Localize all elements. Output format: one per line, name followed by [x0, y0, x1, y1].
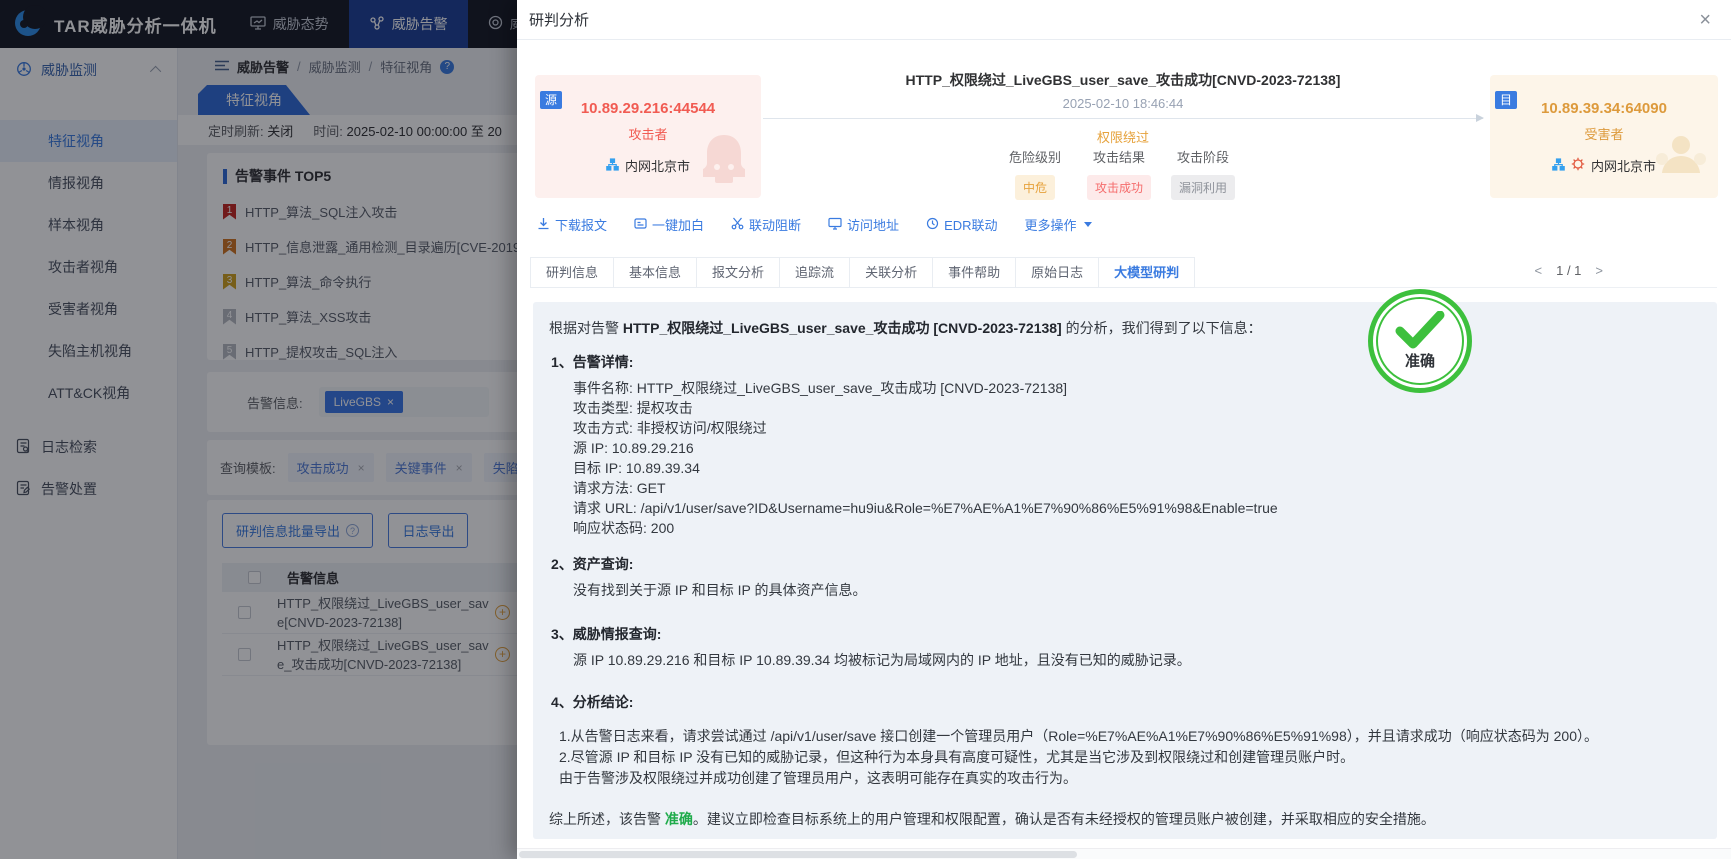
tab-judgment-info[interactable]: 研判信息 [531, 258, 615, 287]
detail-line: 源 IP 10.89.29.216 和目标 IP 10.89.39.34 均被标… [573, 652, 1191, 668]
action-label: 下载报文 [555, 218, 608, 233]
virus-icon [1571, 157, 1585, 174]
download-packet-button[interactable]: 下载报文 [537, 215, 607, 234]
verdict-prefix: 综上所述，该告警 [549, 811, 665, 827]
section-title-threat-intel: 3、威胁情报查询: [551, 626, 662, 642]
horizontal-scrollbar[interactable] [517, 848, 1731, 859]
section-title-alert-details: 1、告警详情: [551, 354, 634, 370]
visit-address-button[interactable]: 访问地址 [828, 215, 899, 234]
source-badge: 源 [540, 91, 562, 109]
stamp-label: 准确 [1404, 353, 1435, 370]
target-badge: 目 [1495, 91, 1517, 109]
detail-line: 源 IP: 10.89.29.216 [573, 440, 694, 456]
checkmark-icon [1394, 310, 1446, 354]
intro-suffix: 的分析，我们得到了以下信息： [1061, 320, 1262, 336]
caret-down-icon [1083, 222, 1092, 227]
network-icon [1552, 157, 1565, 174]
close-icon[interactable]: × [1699, 10, 1711, 30]
drawer-header: 研判分析 × [517, 0, 1731, 40]
attack-direction-arrow [763, 114, 1484, 122]
event-time: 2025-02-10 18:46:44 [1062, 96, 1184, 111]
download-icon [537, 217, 550, 233]
metric-attack-stage: 攻击阶段 漏洞利用 [1170, 147, 1236, 200]
detail-line: 攻击方式: 非授权访问/权限绕过 [573, 420, 767, 436]
tab-trace-flow[interactable]: 追踪流 [780, 258, 851, 287]
status-badge: 攻击成功 [1086, 175, 1152, 200]
action-label: EDR联动 [944, 218, 998, 233]
intro-prefix: 根据对告警 [549, 320, 623, 336]
tab-event-help[interactable]: 事件帮助 [933, 258, 1017, 287]
section-threat-intel: 源 IP 10.89.29.216 和目标 IP 10.89.39.34 均被标… [573, 650, 1693, 670]
victim-watermark-icon [1650, 129, 1712, 194]
status-badge: 中危 [1014, 175, 1056, 200]
next-page-button[interactable]: > [1595, 263, 1603, 278]
section-alert-details: 事件名称: HTTP_权限绕过_LiveGBS_user_save_攻击成功 [… [573, 378, 1693, 538]
status-badge: 漏洞利用 [1170, 175, 1236, 200]
detail-line: 攻击类型: 提权攻击 [573, 400, 693, 416]
llm-analysis-panel: 根据对告警 HTTP_权限绕过_LiveGBS_user_save_攻击成功 [… [533, 302, 1717, 839]
tab-correlation-analysis[interactable]: 关联分析 [850, 258, 934, 287]
block-button[interactable]: 联动阻断 [731, 215, 801, 234]
conclusion-line: 2.尽管源 IP 和目标 IP 没有已知的威胁记录，但这种行为本身具有高度可疑性… [559, 749, 1355, 765]
page-indicator: 1 / 1 [1556, 263, 1582, 278]
detail-line: 请求 URL: /api/v1/user/save?ID&Username=hu… [573, 500, 1278, 516]
conclusion-line: 1.从告警日志来看，请求尝试通过 /api/v1/user/save 接口创建一… [559, 728, 1598, 744]
metric-attack-result: 攻击结果 攻击成功 [1086, 147, 1152, 200]
metric-risk-level: 危险级别 中危 [1009, 147, 1061, 200]
tab-packet-analysis[interactable]: 报文分析 [697, 258, 781, 287]
location-label: 内网北京市 [624, 159, 690, 174]
whitelist-button[interactable]: 一键加白 [634, 215, 704, 234]
analysis-intro: 根据对告警 HTTP_权限绕过_LiveGBS_user_save_攻击成功 [… [549, 318, 1693, 338]
tab-basic-info[interactable]: 基本信息 [614, 258, 698, 287]
section-asset-query: 没有找到关于源 IP 和目标 IP 的具体资产信息。 [573, 580, 1693, 600]
intro-event-name: HTTP_权限绕过_LiveGBS_user_save_攻击成功 [CNVD-2… [622, 320, 1062, 336]
section-title-asset-query: 2、资产查询: [551, 556, 634, 572]
drawer-title: 研判分析 [529, 12, 590, 29]
edr-icon [926, 217, 939, 233]
whitelist-icon [634, 217, 647, 233]
more-actions-button[interactable]: 更多操作 [1025, 215, 1092, 234]
edr-linkage-button[interactable]: EDR联动 [926, 215, 998, 234]
verdict-value: 准确 [664, 811, 693, 827]
section-conclusion: 1.从告警日志来看，请求尝试通过 /api/v1/user/save 接口创建一… [559, 726, 1693, 789]
analysis-drawer: 研判分析 × 源 10.89.29.216:44544 攻击者 内网北京市 HT… [517, 0, 1731, 859]
accuracy-stamp: 准确 [1368, 289, 1472, 393]
action-label: 联动阻断 [749, 218, 802, 233]
conclusion-line: 由于告警涉及权限绕过并成功创建了管理员用户，这表明可能存在真实的攻击行为。 [559, 770, 1077, 786]
source-ip[interactable]: 10.89.29.216:44544 [535, 100, 761, 117]
metric-label: 危险级别 [1008, 150, 1062, 165]
detail-line: 请求方法: GET [573, 480, 666, 496]
tab-llm-judgment[interactable]: 大模型研判 [1099, 258, 1194, 287]
scissors-icon [731, 217, 744, 233]
drawer-actions: 下载报文 一键加白 联动阻断 访问地址 EDR联动 更多操作 [537, 215, 1092, 234]
attack-type-label: 权限绕过 [1096, 130, 1149, 145]
hacker-watermark-icon [693, 129, 755, 194]
metric-label: 攻击阶段 [1176, 150, 1230, 165]
prev-page-button[interactable]: < [1535, 263, 1543, 278]
detail-line: 响应状态码: 200 [573, 520, 675, 536]
section-title-conclusion: 4、分析结论: [551, 694, 634, 710]
action-label: 一键加白 [652, 218, 705, 233]
action-label: 更多操作 [1024, 218, 1077, 233]
final-verdict-line: 综上所述，该告警 准确。建议立即检查目标系统上的用户管理和权限配置，确认是否有未… [549, 809, 1693, 829]
metric-label: 攻击结果 [1092, 150, 1146, 165]
location-label: 内网北京市 [1590, 159, 1656, 174]
action-label: 访问地址 [847, 218, 900, 233]
monitor-icon [828, 217, 842, 233]
tab-raw-log[interactable]: 原始日志 [1016, 258, 1100, 287]
event-title: HTTP_权限绕过_LiveGBS_user_save_攻击成功[CNVD-20… [905, 72, 1341, 88]
network-icon [606, 157, 619, 174]
pagination: < 1 / 1 > [1535, 263, 1603, 278]
detail-line: 事件名称: HTTP_权限绕过_LiveGBS_user_save_攻击成功 [… [573, 380, 1068, 396]
source-card: 源 10.89.29.216:44544 攻击者 内网北京市 [535, 75, 761, 198]
detail-line: 目标 IP: 10.89.39.34 [573, 460, 700, 476]
target-card: 目 10.89.39.34:64090 受害者 内网北京市 [1490, 75, 1718, 198]
verdict-suffix: 。建议立即检查目标系统上的用户管理和权限配置，确认是否有未经授权的管理员账户被创… [692, 811, 1435, 827]
scrollbar-thumb[interactable] [519, 851, 1078, 858]
target-ip[interactable]: 10.89.39.34:64090 [1490, 100, 1718, 117]
detail-line: 没有找到关于源 IP 和目标 IP 的具体资产信息。 [573, 582, 867, 598]
